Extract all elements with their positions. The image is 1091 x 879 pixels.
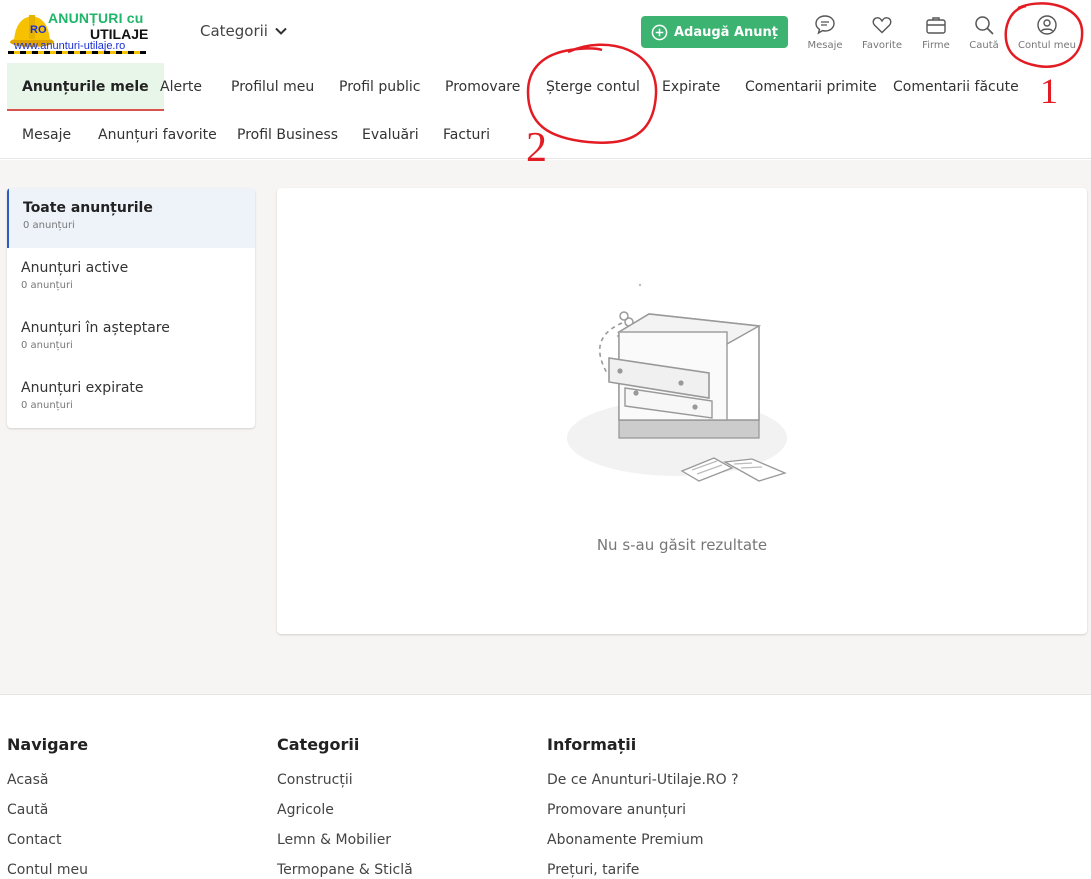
sidebar-item-active[interactable]: Anunțuri active 0 anunțuri bbox=[7, 248, 255, 308]
logo-stripe bbox=[8, 51, 146, 54]
sidebar-item-label: Anunțuri în așteptare bbox=[21, 320, 170, 336]
messages-icon bbox=[815, 15, 835, 35]
sidebar-item-expired[interactable]: Anunțuri expirate 0 anunțuri bbox=[7, 368, 255, 428]
sidebar-item-count: 0 anunțuri bbox=[21, 400, 73, 411]
search-icon bbox=[975, 16, 994, 35]
site-header: RO ANUNȚURI cu UTILAJE www.anunturi-util… bbox=[0, 0, 1091, 62]
footer-link[interactable]: Termopane & Sticlă bbox=[277, 860, 413, 879]
sidebar-item-label: Anunțuri expirate bbox=[21, 380, 144, 396]
heart-icon bbox=[872, 17, 892, 34]
footer-link[interactable]: Contul meu bbox=[7, 860, 88, 879]
tab-business-profile[interactable]: Profil Business bbox=[222, 111, 353, 159]
header-messages[interactable]: Mesaje bbox=[795, 14, 855, 51]
footer-link[interactable]: Construcții bbox=[277, 770, 413, 800]
add-listing-label: Adaugă Anunț bbox=[673, 24, 779, 40]
footer-link[interactable]: Promovare anunțuri bbox=[547, 800, 739, 830]
tab-alerts[interactable]: Alerte bbox=[145, 63, 217, 111]
briefcase-icon bbox=[926, 17, 946, 34]
logo-line1: ANUNȚURI cu bbox=[48, 10, 144, 26]
tab-made-comments[interactable]: Comentarii făcute bbox=[878, 63, 1034, 111]
site-logo[interactable]: RO ANUNȚURI cu UTILAJE www.anunturi-util… bbox=[8, 8, 148, 54]
tab-messages[interactable]: Mesaje bbox=[7, 111, 86, 159]
header-search[interactable]: Caută bbox=[954, 14, 1014, 51]
footer-column-title: Navigare bbox=[7, 735, 89, 754]
logo-badge: RO bbox=[30, 24, 47, 36]
footer-column-title: Informații bbox=[547, 735, 637, 754]
footer-link[interactable]: Prețuri, tarife bbox=[547, 860, 739, 879]
account-tabs: Anunțurile mele Alerte Profilul meu Prof… bbox=[0, 62, 1091, 159]
footer-link[interactable]: Contact bbox=[7, 830, 88, 860]
tab-invoices[interactable]: Facturi bbox=[428, 111, 505, 159]
my-account-label: Contul meu bbox=[1018, 40, 1076, 51]
tab-my-listings[interactable]: Anunțurile mele bbox=[7, 63, 164, 111]
main-area: Toate anunțurile 0 anunțuri Anunțuri act… bbox=[0, 160, 1091, 694]
footer-link[interactable]: Caută bbox=[7, 800, 88, 830]
sidebar-item-count: 0 anunțuri bbox=[23, 220, 75, 231]
companies-label: Firme bbox=[922, 40, 950, 51]
tab-promotion[interactable]: Promovare bbox=[430, 63, 535, 111]
footer-column-categories: Categorii Construcții Agricole Lemn & Mo… bbox=[277, 735, 413, 879]
site-footer: Navigare Acasă Caută Contact Contul meu … bbox=[0, 694, 1091, 879]
user-circle-icon bbox=[1037, 15, 1057, 35]
tab-expired[interactable]: Expirate bbox=[647, 63, 735, 111]
tab-public-profile[interactable]: Profil public bbox=[324, 63, 436, 111]
listings-sidebar: Toate anunțurile 0 anunțuri Anunțuri act… bbox=[7, 188, 255, 428]
sidebar-item-label: Anunțuri active bbox=[21, 260, 129, 276]
sidebar-item-all[interactable]: Toate anunțurile 0 anunțuri bbox=[7, 188, 255, 248]
sidebar-item-label: Toate anunțurile bbox=[23, 200, 153, 216]
tab-received-comments[interactable]: Comentarii primite bbox=[730, 63, 892, 111]
empty-drawer-illustration bbox=[567, 283, 787, 482]
tab-favorite-listings[interactable]: Anunțuri favorite bbox=[83, 111, 232, 159]
sidebar-item-count: 0 anunțuri bbox=[21, 340, 73, 351]
empty-state-message: Nu s-au găsit rezultate bbox=[596, 536, 768, 554]
header-my-account[interactable]: Contul meu bbox=[1017, 14, 1077, 51]
plus-circle-icon bbox=[651, 24, 668, 40]
footer-column-title: Categorii bbox=[277, 735, 360, 754]
favorites-label: Favorite bbox=[862, 40, 902, 51]
footer-link[interactable]: Abonamente Premium bbox=[547, 830, 739, 860]
footer-link[interactable]: De ce Anunturi-Utilaje.RO ? bbox=[547, 770, 739, 800]
messages-label: Mesaje bbox=[807, 40, 843, 51]
footer-link[interactable]: Lemn & Mobilier bbox=[277, 830, 413, 860]
tab-my-profile[interactable]: Profilul meu bbox=[216, 63, 329, 111]
tab-reviews[interactable]: Evaluări bbox=[347, 111, 434, 159]
search-label: Caută bbox=[969, 40, 999, 51]
footer-link[interactable]: Acasă bbox=[7, 770, 88, 800]
sidebar-item-pending[interactable]: Anunțuri în așteptare 0 anunțuri bbox=[7, 308, 255, 368]
sidebar-item-count: 0 anunțuri bbox=[21, 280, 73, 291]
listings-content: Nu s-au găsit rezultate bbox=[277, 188, 1087, 634]
add-listing-button[interactable]: Adaugă Anunț bbox=[641, 16, 788, 48]
categories-dropdown[interactable]: Categorii bbox=[200, 22, 288, 40]
footer-column-information: Informații De ce Anunturi-Utilaje.RO ? P… bbox=[547, 735, 739, 879]
categories-label: Categorii bbox=[200, 22, 268, 40]
footer-column-navigation: Navigare Acasă Caută Contact Contul meu bbox=[7, 735, 88, 879]
footer-link[interactable]: Agricole bbox=[277, 800, 413, 830]
header-favorites[interactable]: Favorite bbox=[852, 14, 912, 51]
tab-delete-account[interactable]: Șterge contul bbox=[531, 63, 655, 111]
chevron-down-icon bbox=[275, 27, 287, 35]
